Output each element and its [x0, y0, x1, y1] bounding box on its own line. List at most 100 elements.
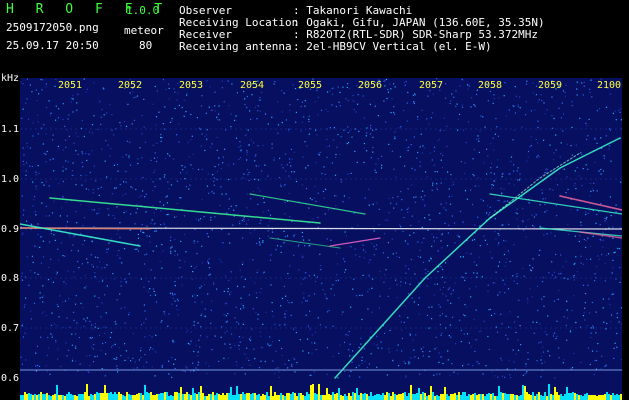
noise-speck	[82, 166, 84, 168]
noise-speck	[160, 133, 162, 136]
noise-speck	[55, 79, 57, 81]
noise-speck	[91, 337, 94, 339]
noise-speck	[134, 361, 136, 363]
noise-speck	[604, 263, 606, 265]
noise-speck	[335, 153, 337, 156]
noise-speck	[43, 152, 45, 154]
noise-speck	[172, 294, 174, 296]
level-bar	[268, 396, 270, 400]
noise-speck	[503, 188, 505, 190]
noise-speck	[498, 200, 500, 202]
noise-speck	[156, 157, 158, 159]
noise-speck	[35, 365, 37, 367]
noise-speck	[608, 145, 611, 147]
noise-speck	[218, 113, 220, 115]
noise-speck	[141, 223, 143, 226]
noise-speck	[530, 110, 532, 112]
noise-speck	[291, 365, 293, 367]
noise-speck	[409, 234, 411, 236]
noise-speck	[300, 283, 303, 285]
noise-speck	[140, 278, 142, 280]
noise-speck	[243, 173, 245, 175]
noise-speck	[445, 315, 447, 317]
noise-speck	[423, 147, 425, 149]
noise-speck	[278, 376, 280, 378]
noise-speck	[114, 343, 116, 345]
level-bar	[546, 396, 548, 400]
noise-speck	[419, 249, 421, 251]
noise-speck	[597, 343, 599, 345]
noise-speck	[411, 215, 413, 217]
level-bar	[602, 395, 604, 400]
x-tick-label: 2051	[58, 80, 83, 91]
noise-speck	[458, 113, 461, 115]
noise-speck	[72, 95, 74, 97]
noise-speck	[199, 287, 201, 289]
noise-speck	[515, 95, 517, 97]
noise-speck	[424, 195, 426, 197]
noise-speck	[366, 366, 368, 368]
noise-speck	[177, 314, 179, 316]
noise-speck	[546, 233, 548, 235]
noise-speck	[259, 190, 261, 192]
noise-speck	[226, 330, 228, 332]
noise-speck	[288, 175, 290, 177]
noise-speck	[301, 231, 303, 234]
noise-speck	[223, 290, 225, 292]
noise-speck	[283, 285, 285, 288]
noise-speck	[392, 197, 394, 199]
noise-speck	[375, 171, 377, 174]
noise-speck	[196, 295, 198, 297]
noise-speck	[109, 103, 111, 106]
noise-speck	[396, 284, 398, 286]
noise-speck	[304, 141, 306, 143]
noise-speck	[417, 357, 419, 359]
noise-speck	[58, 183, 60, 185]
noise-speck	[497, 135, 500, 137]
level-bar	[98, 393, 100, 400]
noise-speck	[487, 100, 489, 102]
noise-speck	[596, 266, 598, 268]
noise-speck	[148, 335, 151, 337]
noise-speck	[405, 376, 407, 378]
noise-speck	[496, 126, 498, 128]
noise-speck	[582, 284, 585, 286]
noise-speck	[409, 283, 411, 285]
noise-speck	[580, 152, 582, 154]
noise-speck	[324, 293, 326, 295]
noise-speck	[254, 160, 256, 162]
noise-speck	[595, 359, 598, 362]
noise-speck	[386, 97, 388, 100]
noise-speck	[172, 339, 174, 341]
noise-speck	[214, 110, 216, 112]
noise-speck	[482, 200, 484, 202]
noise-speck	[317, 192, 319, 194]
noise-speck	[494, 313, 496, 315]
noise-speck	[29, 165, 31, 167]
noise-speck	[375, 248, 377, 250]
level-bar	[258, 394, 260, 400]
noise-speck	[342, 311, 344, 313]
noise-speck	[445, 83, 447, 85]
noise-speck	[605, 254, 607, 257]
noise-speck	[419, 146, 421, 148]
level-bar	[198, 392, 200, 400]
noise-speck	[413, 196, 415, 198]
noise-speck	[420, 196, 422, 198]
noise-speck	[248, 294, 250, 296]
noise-speck	[170, 247, 172, 249]
noise-speck	[551, 115, 553, 117]
noise-speck	[260, 360, 262, 362]
level-bar	[510, 394, 512, 400]
noise-speck	[93, 115, 95, 117]
noise-speck	[602, 307, 604, 309]
noise-speck	[168, 373, 170, 375]
noise-speck	[598, 170, 600, 172]
noise-speck	[587, 135, 589, 137]
noise-speck	[33, 302, 36, 304]
noise-speck	[254, 155, 256, 157]
level-bar	[552, 395, 554, 400]
level-bar	[306, 392, 308, 400]
noise-speck	[83, 318, 85, 320]
meteor-count: 80	[139, 39, 153, 52]
